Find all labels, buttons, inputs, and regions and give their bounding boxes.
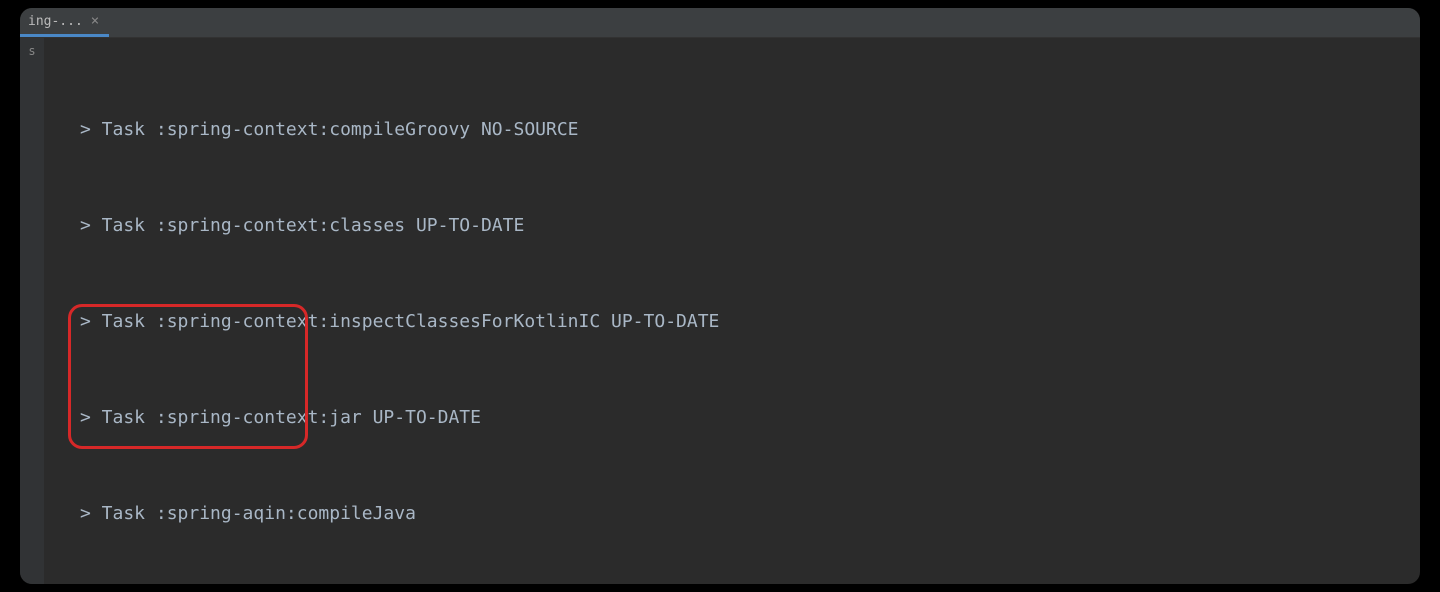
close-icon[interactable]: × bbox=[89, 13, 101, 29]
tab-run-config[interactable]: ing-... × bbox=[20, 8, 109, 37]
console-line: > Task :spring-context:classes UP-TO-DAT… bbox=[80, 210, 1408, 242]
console-line: > Task :spring-context:jar UP-TO-DATE bbox=[80, 402, 1408, 434]
console-line: > Task :spring-context:inspectClassesFor… bbox=[80, 306, 1408, 338]
console-output[interactable]: > Task :spring-context:compileGroovy NO-… bbox=[20, 38, 1420, 584]
console-line: > Task :spring-context:compileGroovy NO-… bbox=[80, 114, 1408, 146]
tab-bar: ing-... × bbox=[20, 8, 1420, 38]
console-line: > Task :spring-aqin:compileJava bbox=[80, 498, 1408, 530]
tab-label: ing-... bbox=[28, 14, 83, 29]
console-window: ing-... × s > Task :spring-context:compi… bbox=[20, 8, 1420, 584]
